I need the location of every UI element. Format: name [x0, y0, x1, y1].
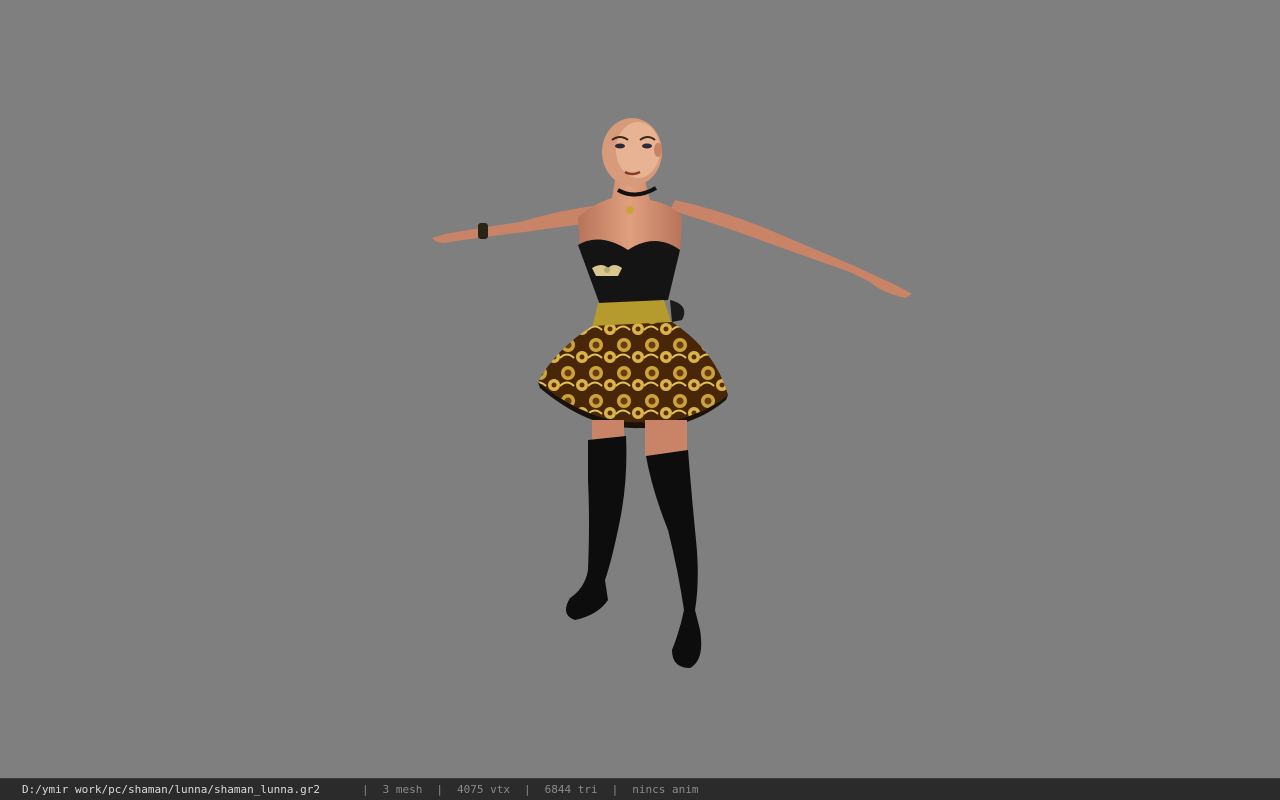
- file-path: D:/ymir work/pc/shaman/lunna/shaman_lunn…: [22, 783, 321, 796]
- separator: |: [611, 783, 619, 796]
- stocking-right: [646, 450, 702, 668]
- anim-status: nincs anim: [632, 783, 699, 796]
- skirt: [538, 322, 728, 423]
- bodice: [578, 239, 680, 305]
- triangle-count: 6844 tri: [544, 783, 598, 796]
- separator: |: [436, 783, 443, 796]
- vertex-count: 4075 vtx: [457, 783, 510, 796]
- mesh-count: 3 mesh: [382, 783, 423, 796]
- separator: |: [523, 783, 531, 796]
- character-model[interactable]: [0, 0, 1280, 778]
- separator: |: [362, 783, 369, 796]
- arm-left: [432, 205, 600, 243]
- model-stats: | 3 mesh | 4075 vtx | 6844 tri | nincs anim: [362, 779, 712, 800]
- status-bar: D:/ymir work/pc/shaman/lunna/shaman_lunn…: [0, 778, 1280, 800]
- torso-skin: [578, 180, 682, 250]
- arm-right: [670, 200, 912, 298]
- 3d-viewport[interactable]: [0, 0, 1280, 778]
- bracelet: [478, 223, 488, 239]
- stocking-left: [566, 436, 627, 620]
